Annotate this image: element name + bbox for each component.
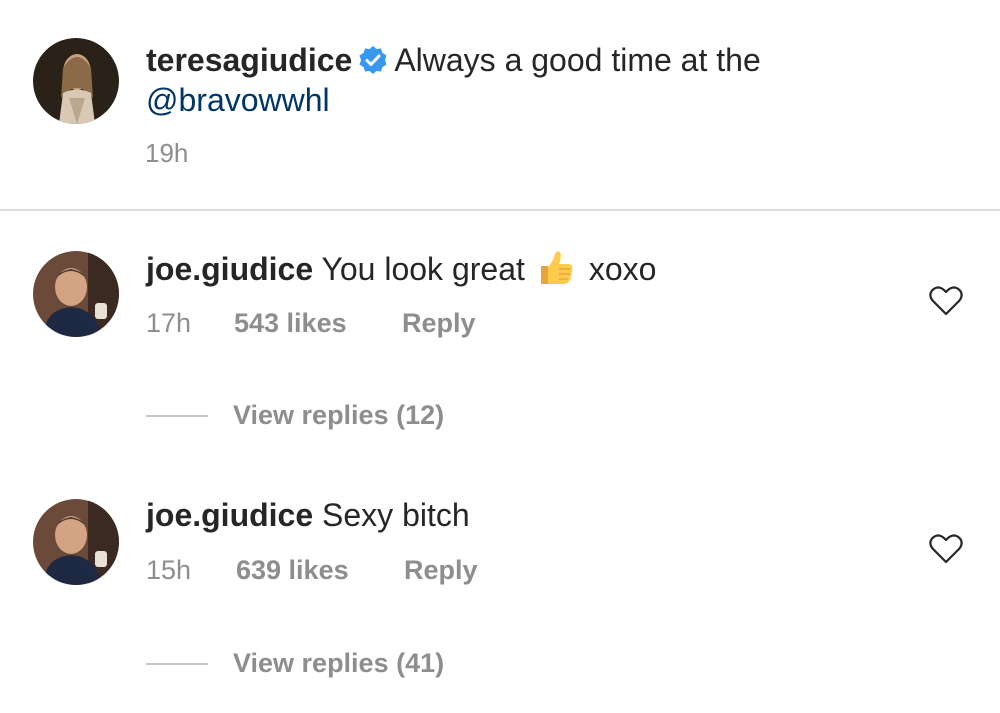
post-author-avatar[interactable] [33,38,119,124]
comment-meta: 17h 543 likes Reply [146,306,476,340]
avatar-image [33,251,119,337]
comment-body: joe.giudice You look great xoxo [146,248,656,289]
replies-divider-line [146,662,208,665]
view-replies-label: View replies (41) [233,648,445,678]
post-username[interactable]: teresagiudice [146,42,352,78]
reply-button[interactable]: Reply [404,553,478,587]
avatar-image [33,499,119,585]
mention-link[interactable]: @bravowwhl [146,82,330,118]
avatar-image [33,38,119,124]
replies-divider-line [146,414,208,417]
comment-text: You look great [321,251,525,287]
view-replies-label: View replies (12) [233,400,445,430]
comment-username[interactable]: joe.giudice [146,251,313,287]
thumbs-up-emoji-icon [540,251,573,284]
comment-body: joe.giudice Sexy bitch [146,495,470,535]
comment-avatar[interactable] [33,251,119,337]
comment-avatar[interactable] [33,499,119,585]
likes-count[interactable]: 639 likes [236,553,404,587]
likes-count[interactable]: 543 likes [234,306,402,340]
heart-icon[interactable] [929,534,963,564]
comment-text: Sexy bitch [322,497,470,533]
post-timestamp: 19h [145,138,189,168]
comment-timestamp: 15h [146,555,192,585]
heart-icon[interactable] [929,286,963,316]
view-replies-button[interactable]: View replies (41) [146,648,444,679]
comment-timestamp: 17h [146,308,192,338]
verified-badge-icon [359,46,387,74]
divider [0,209,1000,211]
comment-meta: 15h 639 likes Reply [146,553,478,587]
comment-text-after: xoxo [588,251,657,287]
comment-username[interactable]: joe.giudice [146,497,313,533]
view-replies-button[interactable]: View replies (12) [146,400,444,431]
reply-button[interactable]: Reply [402,306,476,340]
post-caption-text: Always a good time at the [394,42,761,78]
post-caption: teresagiudice Always a good time at the [146,40,761,80]
post-mention-line: @bravowwhl [146,80,330,120]
